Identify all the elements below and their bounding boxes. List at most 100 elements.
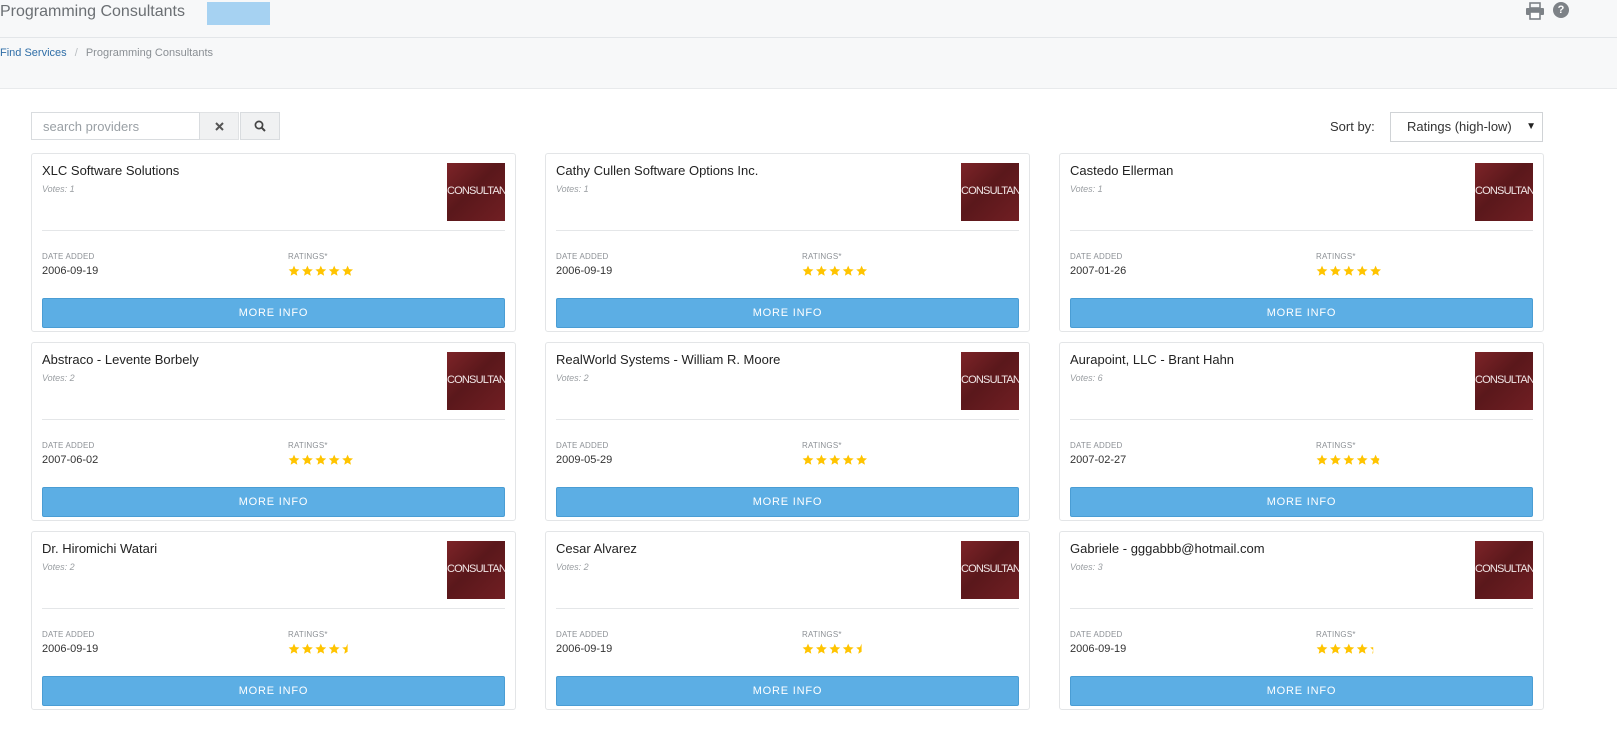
provider-name[interactable]: Abstraco - Levente Borbely <box>42 352 199 367</box>
more-info-button[interactable]: MORE INFO <box>1070 298 1533 328</box>
star-icon <box>802 643 814 654</box>
provider-name[interactable]: Cesar Alvarez <box>556 541 637 556</box>
provider-thumbnail[interactable]: CONSULTANT <box>447 352 505 410</box>
star-icon <box>829 643 841 654</box>
star-icon <box>342 643 348 654</box>
rating-stars <box>288 643 348 654</box>
ratings-label: RATINGS* <box>288 441 328 450</box>
star-icon <box>288 265 300 276</box>
card-divider <box>42 608 505 609</box>
date-added-label: DATE ADDED <box>1070 252 1123 261</box>
card-divider <box>556 230 1019 231</box>
provider-name[interactable]: RealWorld Systems - William R. Moore <box>556 352 780 367</box>
star-icon <box>1316 643 1328 654</box>
ratings-label: RATINGS* <box>1316 252 1356 261</box>
date-added-label: DATE ADDED <box>556 252 609 261</box>
provider-card: Aurapoint, LLC - Brant Hahn Votes: 6 CON… <box>1059 342 1544 521</box>
date-added-value: 2007-06-02 <box>42 454 99 466</box>
provider-thumbnail[interactable]: CONSULTANT <box>1475 163 1533 221</box>
provider-card: Cathy Cullen Software Options Inc. Votes… <box>545 153 1030 332</box>
ratings-label: RATINGS* <box>802 441 842 450</box>
rating-stars <box>1316 454 1380 465</box>
date-added-value: 2007-02-27 <box>1070 454 1127 466</box>
star-icon <box>315 454 327 465</box>
date-added-value: 2006-09-19 <box>42 643 99 655</box>
provider-thumbnail[interactable]: CONSULTANT <box>1475 541 1533 599</box>
card-divider <box>556 419 1019 420</box>
breadcrumb-separator: / <box>74 47 78 59</box>
provider-name[interactable]: Gabriele - gggabbb@hotmail.com <box>1070 541 1265 556</box>
provider-name[interactable]: XLC Software Solutions <box>42 163 179 178</box>
breadcrumb-link-find-services[interactable]: Find Services <box>0 47 67 59</box>
provider-name[interactable]: Castedo Ellerman <box>1070 163 1173 178</box>
star-icon <box>856 454 867 465</box>
star-icon <box>1330 454 1341 465</box>
star-icon <box>1370 454 1380 465</box>
more-info-button[interactable]: MORE INFO <box>556 487 1019 517</box>
provider-thumbnail[interactable]: CONSULTANT <box>961 163 1019 221</box>
date-added-label: DATE ADDED <box>42 441 95 450</box>
more-info-button[interactable]: MORE INFO <box>1070 676 1533 706</box>
printer-icon[interactable] <box>1525 2 1545 20</box>
ratings-label: RATINGS* <box>1316 630 1356 639</box>
provider-thumbnail[interactable]: CONSULTANT <box>961 541 1019 599</box>
star-icon <box>1316 454 1328 465</box>
star-icon <box>315 643 327 654</box>
star-icon <box>842 454 854 465</box>
thumbnail-label: CONSULTANT <box>1475 185 1533 197</box>
star-icon <box>816 643 827 654</box>
search-icon <box>254 120 266 132</box>
star-icon <box>1330 643 1341 654</box>
search-input[interactable] <box>31 112 200 140</box>
search-button[interactable] <box>240 112 280 140</box>
ratings-label: RATINGS* <box>288 252 328 261</box>
star-icon <box>856 265 867 276</box>
breadcrumb-bar: Find Services / Programming Consultants <box>0 38 1617 89</box>
date-added-value: 2006-09-19 <box>1070 643 1127 655</box>
star-icon <box>1343 643 1355 654</box>
star-icon <box>1370 265 1381 276</box>
more-info-button[interactable]: MORE INFO <box>42 298 505 328</box>
date-added-label: DATE ADDED <box>556 630 609 639</box>
star-icon <box>328 265 340 276</box>
ratings-label: RATINGS* <box>802 252 842 261</box>
more-info-button[interactable]: MORE INFO <box>42 487 505 517</box>
card-divider <box>42 230 505 231</box>
star-icon <box>1343 265 1355 276</box>
more-info-button[interactable]: MORE INFO <box>42 676 505 706</box>
provider-thumbnail[interactable]: CONSULTANT <box>1475 352 1533 410</box>
close-icon <box>214 121 224 131</box>
provider-card: Abstraco - Levente Borbely Votes: 2 CONS… <box>31 342 516 521</box>
star-icon <box>1356 265 1368 276</box>
more-info-button[interactable]: MORE INFO <box>556 676 1019 706</box>
card-divider <box>1070 230 1533 231</box>
star-icon <box>1316 265 1328 276</box>
provider-thumbnail[interactable]: CONSULTANT <box>447 163 505 221</box>
ratings-label: RATINGS* <box>288 630 328 639</box>
provider-card: Castedo Ellerman Votes: 1 CONSULTANT DAT… <box>1059 153 1544 332</box>
help-icon[interactable]: ? <box>1553 2 1569 18</box>
date-added-value: 2007-01-26 <box>1070 265 1127 277</box>
provider-name[interactable]: Dr. Hiromichi Watari <box>42 541 157 556</box>
clear-search-button[interactable] <box>200 112 239 140</box>
thumbnail-label: CONSULTANT <box>961 374 1019 386</box>
ratings-label: RATINGS* <box>1316 441 1356 450</box>
provider-thumbnail[interactable]: CONSULTANT <box>961 352 1019 410</box>
rating-stars <box>802 454 867 465</box>
thumbnail-label: CONSULTANT <box>961 185 1019 197</box>
date-added-label: DATE ADDED <box>42 252 95 261</box>
star-icon <box>816 454 827 465</box>
provider-thumbnail[interactable]: CONSULTANT <box>447 541 505 599</box>
title-badge[interactable] <box>207 2 270 25</box>
date-added-value: 2006-09-19 <box>42 265 99 277</box>
provider-name[interactable]: Aurapoint, LLC - Brant Hahn <box>1070 352 1234 367</box>
star-icon <box>802 454 814 465</box>
page-title: Programming Consultants <box>0 3 185 20</box>
chevron-down-icon: ▼ <box>1526 121 1536 132</box>
breadcrumb-current: Programming Consultants <box>85 47 213 59</box>
provider-name[interactable]: Cathy Cullen Software Options Inc. <box>556 163 758 178</box>
more-info-button[interactable]: MORE INFO <box>556 298 1019 328</box>
more-info-button[interactable]: MORE INFO <box>1070 487 1533 517</box>
sort-select[interactable]: Ratings (high-low) ▼ <box>1390 112 1543 142</box>
card-divider <box>42 419 505 420</box>
